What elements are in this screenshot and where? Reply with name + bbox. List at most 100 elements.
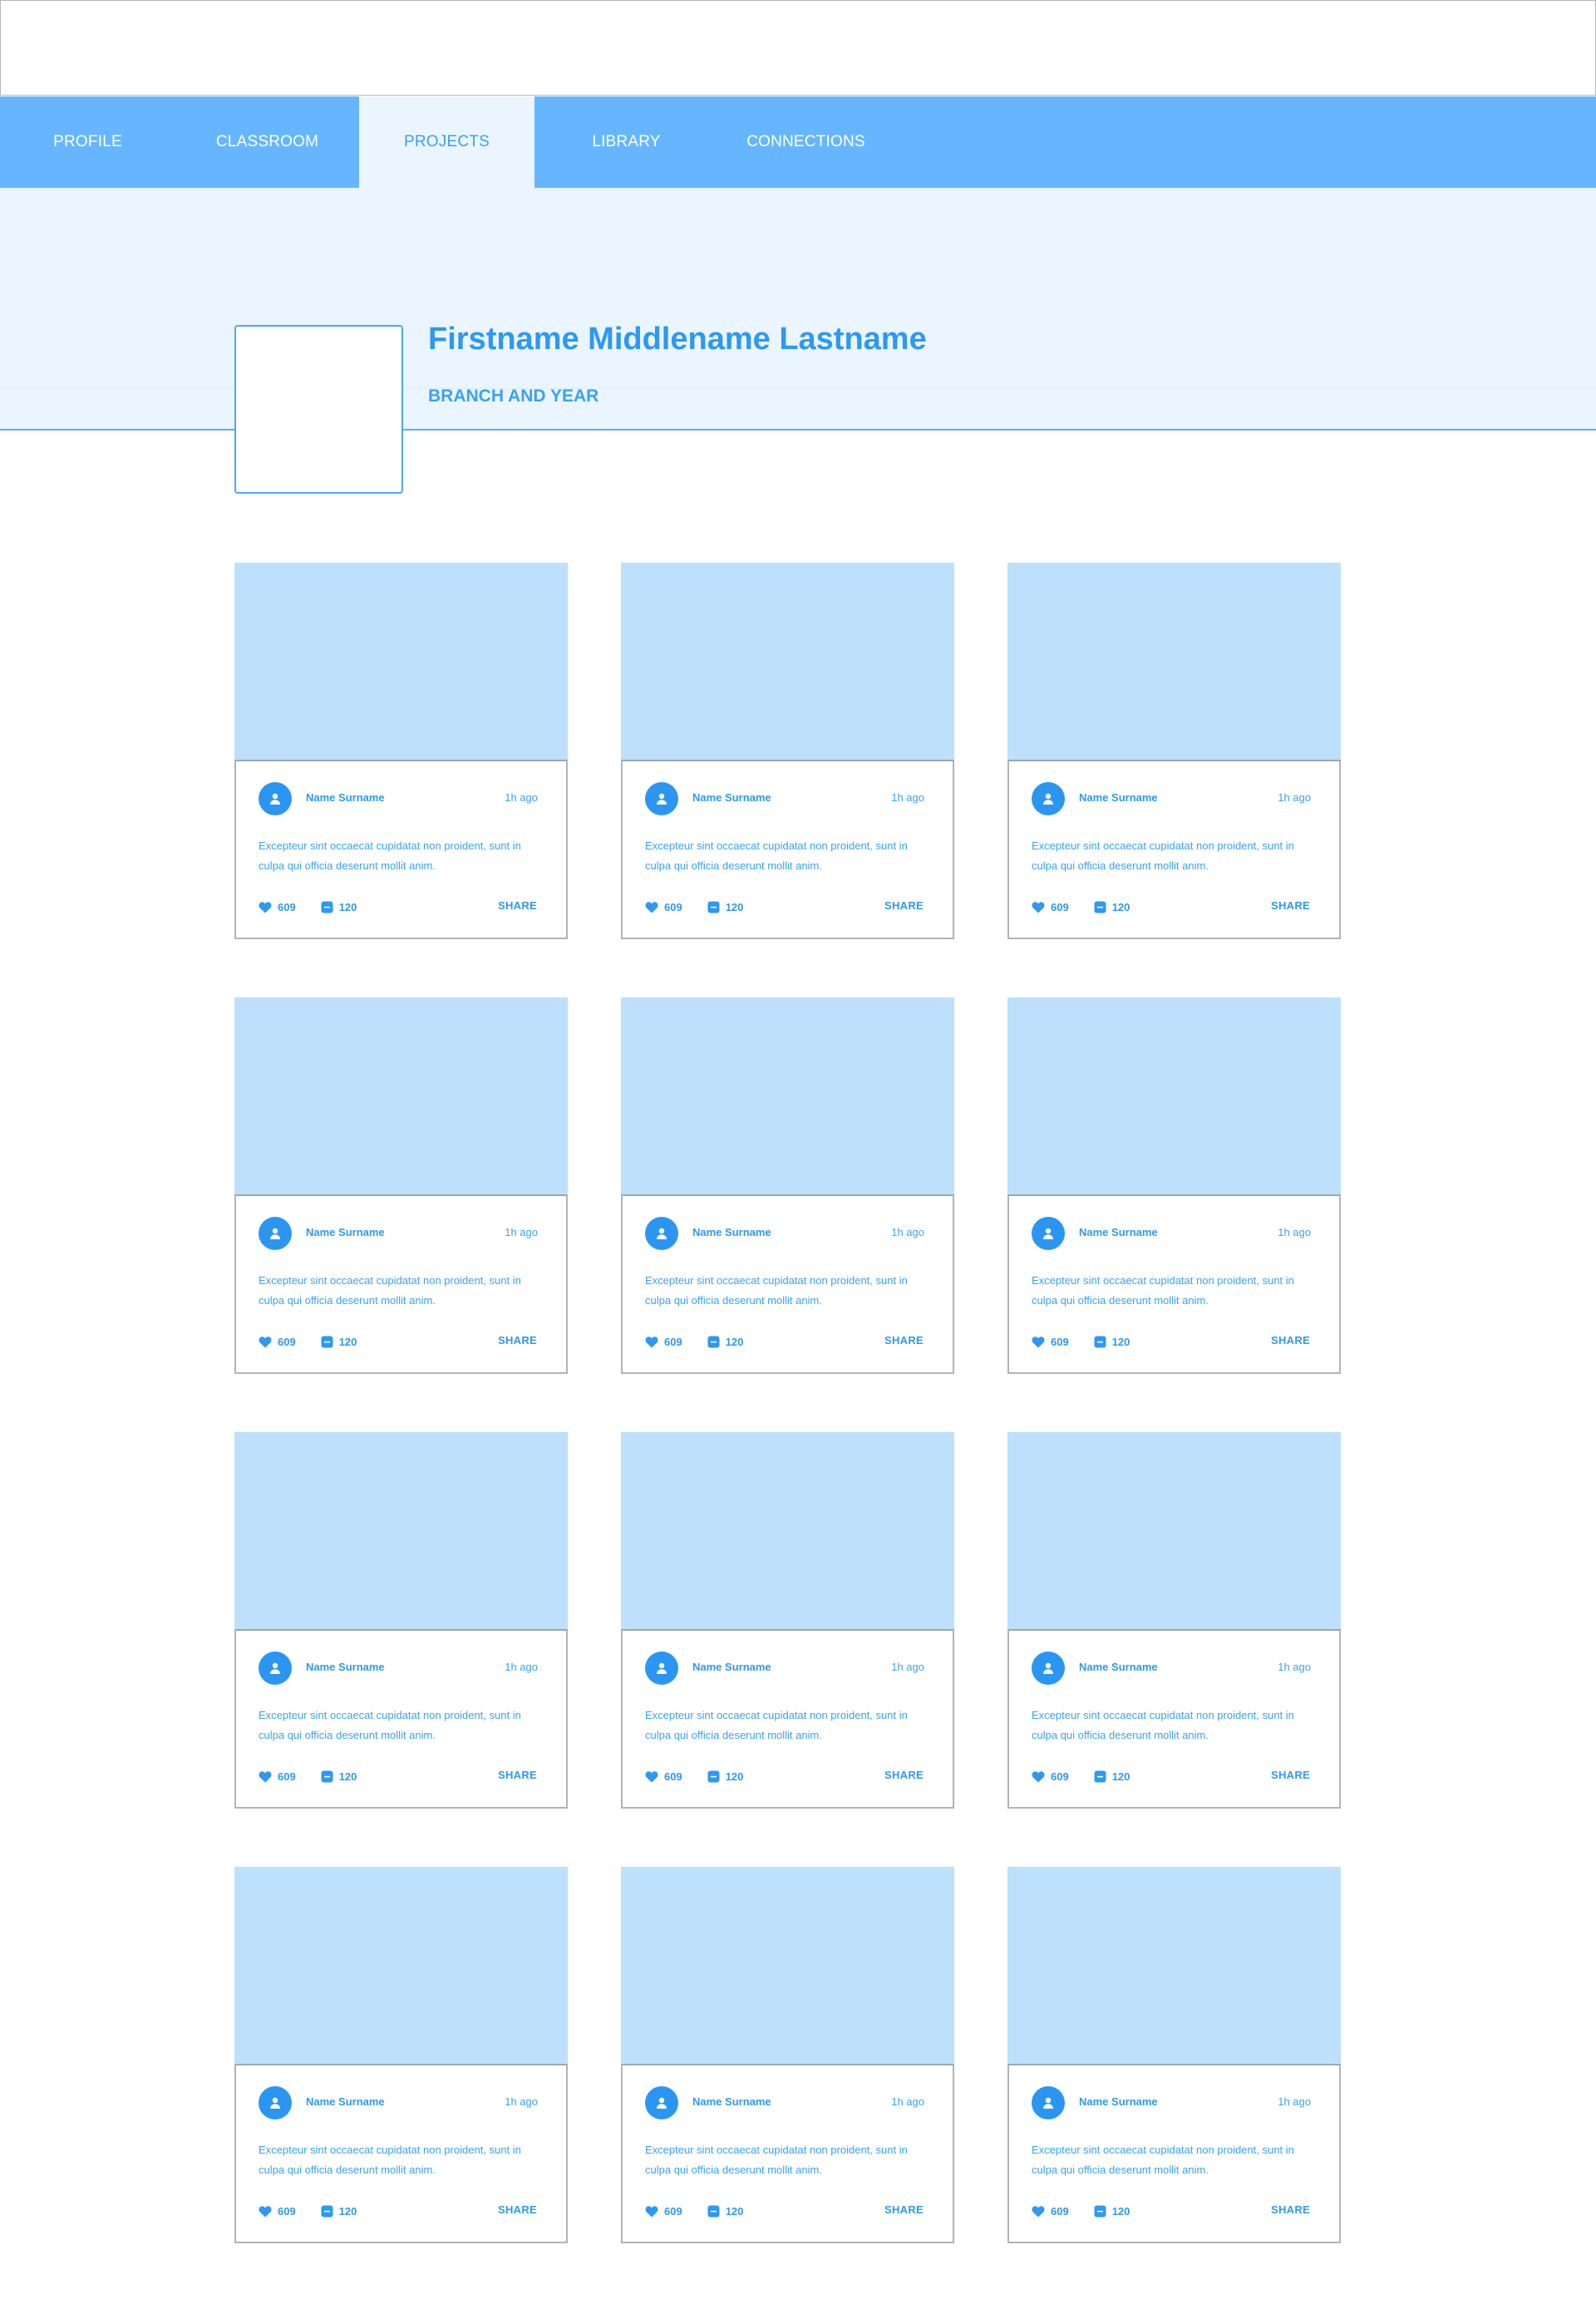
comment-icon: [707, 901, 720, 913]
heart-icon: [1032, 1336, 1045, 1347]
share-button[interactable]: SHARE: [498, 899, 537, 912]
project-card[interactable]: Name Surname 1h ago Excepteur sint occae…: [621, 563, 954, 939]
author-name[interactable]: Name Surname: [692, 2095, 771, 2108]
comment-button[interactable]: 120: [707, 1336, 743, 1348]
like-button[interactable]: 609: [259, 901, 296, 913]
author-name[interactable]: Name Surname: [692, 1226, 771, 1238]
author-name[interactable]: Name Surname: [1079, 2095, 1158, 2108]
share-button[interactable]: SHARE: [1271, 1769, 1310, 1781]
heart-icon: [259, 1336, 272, 1347]
project-card[interactable]: Name Surname 1h ago Excepteur sint occae…: [234, 1867, 568, 2243]
comment-button[interactable]: 120: [321, 2205, 357, 2218]
author-name[interactable]: Name Surname: [1079, 1226, 1158, 1238]
user-icon[interactable]: [259, 2086, 292, 2119]
project-image[interactable]: [1007, 563, 1341, 760]
profile-avatar[interactable]: [234, 325, 403, 494]
project-image[interactable]: [234, 563, 568, 760]
author-name[interactable]: Name Surname: [1079, 791, 1158, 804]
project-card[interactable]: Name Surname 1h ago Excepteur sint occae…: [234, 1432, 568, 1809]
post-text: Excepteur sint occaecat cupidatat non pr…: [1032, 839, 1294, 872]
comment-button[interactable]: 120: [321, 1770, 357, 1783]
card-body: Name Surname 1h ago Excepteur sint occae…: [1007, 1629, 1341, 1809]
author-name[interactable]: Name Surname: [306, 1226, 385, 1238]
project-image[interactable]: [234, 997, 568, 1194]
tab-classroom[interactable]: CLASSROOM: [180, 96, 355, 188]
author-name[interactable]: Name Surname: [306, 1661, 385, 1673]
project-image[interactable]: [234, 1432, 568, 1629]
user-icon[interactable]: [645, 1652, 678, 1685]
user-icon[interactable]: [645, 1217, 678, 1250]
like-button[interactable]: 609: [259, 2205, 296, 2218]
share-button[interactable]: SHARE: [884, 1334, 924, 1346]
like-button[interactable]: 609: [1032, 2205, 1069, 2218]
like-button[interactable]: 609: [645, 2205, 682, 2218]
like-count: 609: [664, 2204, 682, 2218]
like-button[interactable]: 609: [259, 1336, 296, 1348]
share-button[interactable]: SHARE: [1271, 1334, 1310, 1346]
like-button[interactable]: 609: [1032, 1770, 1069, 1783]
project-card[interactable]: Name Surname 1h ago Excepteur sint occae…: [1007, 1432, 1341, 1809]
user-icon[interactable]: [645, 782, 678, 815]
comment-count: 120: [1111, 1335, 1130, 1348]
comment-button[interactable]: 120: [1094, 1336, 1130, 1348]
project-image[interactable]: [1007, 997, 1341, 1194]
share-button[interactable]: SHARE: [498, 1334, 537, 1346]
share-button[interactable]: SHARE: [884, 1769, 924, 1781]
project-image[interactable]: [621, 1867, 954, 2064]
project-card[interactable]: Name Surname 1h ago Excepteur sint occae…: [1007, 997, 1341, 1374]
author-name[interactable]: Name Surname: [1079, 1661, 1158, 1673]
project-card[interactable]: Name Surname 1h ago Excepteur sint occae…: [1007, 563, 1341, 939]
project-card[interactable]: Name Surname 1h ago Excepteur sint occae…: [621, 997, 954, 1374]
comment-button[interactable]: 120: [321, 901, 357, 913]
comment-button[interactable]: 120: [707, 2205, 743, 2218]
project-image[interactable]: [1007, 1432, 1341, 1629]
share-button[interactable]: SHARE: [498, 2203, 537, 2216]
share-button[interactable]: SHARE: [498, 1769, 537, 1781]
like-button[interactable]: 609: [645, 1336, 682, 1348]
author-name[interactable]: Name Surname: [692, 791, 771, 804]
project-image[interactable]: [234, 1867, 568, 2064]
card-body: Name Surname 1h ago Excepteur sint occae…: [1007, 2064, 1341, 2243]
user-icon[interactable]: [1032, 2086, 1065, 2119]
comment-icon: [321, 1770, 333, 1782]
share-button[interactable]: SHARE: [884, 899, 924, 912]
comment-button[interactable]: 120: [1094, 901, 1130, 913]
comment-button[interactable]: 120: [707, 1770, 743, 1783]
like-button[interactable]: 609: [645, 1770, 682, 1783]
comment-button[interactable]: 120: [321, 1336, 357, 1348]
project-card[interactable]: Name Surname 1h ago Excepteur sint occae…: [621, 1432, 954, 1809]
tab-profile[interactable]: PROFILE: [0, 96, 175, 188]
author-name[interactable]: Name Surname: [306, 2095, 385, 2108]
project-card[interactable]: Name Surname 1h ago Excepteur sint occae…: [621, 1867, 954, 2243]
user-icon[interactable]: [645, 2086, 678, 2119]
project-image[interactable]: [621, 563, 954, 760]
tab-connections[interactable]: CONNECTIONS: [718, 96, 894, 188]
share-button[interactable]: SHARE: [884, 2203, 924, 2216]
heart-icon: [259, 2205, 272, 2217]
author-name[interactable]: Name Surname: [306, 791, 385, 804]
project-image[interactable]: [1007, 1867, 1341, 2064]
project-image[interactable]: [621, 997, 954, 1194]
author-name[interactable]: Name Surname: [692, 1661, 771, 1673]
share-button[interactable]: SHARE: [1271, 899, 1310, 912]
comment-button[interactable]: 120: [1094, 1770, 1130, 1783]
user-icon[interactable]: [1032, 1217, 1065, 1250]
like-button[interactable]: 609: [259, 1770, 296, 1783]
comment-button[interactable]: 120: [1094, 2205, 1130, 2218]
like-button[interactable]: 609: [1032, 1336, 1069, 1348]
user-icon[interactable]: [1032, 782, 1065, 815]
project-card[interactable]: Name Surname 1h ago Excepteur sint occae…: [1007, 1867, 1341, 2243]
user-icon[interactable]: [1032, 1652, 1065, 1685]
project-card[interactable]: Name Surname 1h ago Excepteur sint occae…: [234, 563, 568, 939]
tab-projects[interactable]: PROJECTS: [359, 96, 534, 188]
user-icon[interactable]: [259, 782, 292, 815]
user-icon[interactable]: [259, 1217, 292, 1250]
like-button[interactable]: 609: [645, 901, 682, 913]
share-button[interactable]: SHARE: [1271, 2203, 1310, 2216]
comment-button[interactable]: 120: [707, 901, 743, 913]
like-button[interactable]: 609: [1032, 901, 1069, 913]
tab-library[interactable]: LIBRARY: [539, 96, 714, 188]
project-image[interactable]: [621, 1432, 954, 1629]
user-icon[interactable]: [259, 1652, 292, 1685]
project-card[interactable]: Name Surname 1h ago Excepteur sint occae…: [234, 997, 568, 1374]
